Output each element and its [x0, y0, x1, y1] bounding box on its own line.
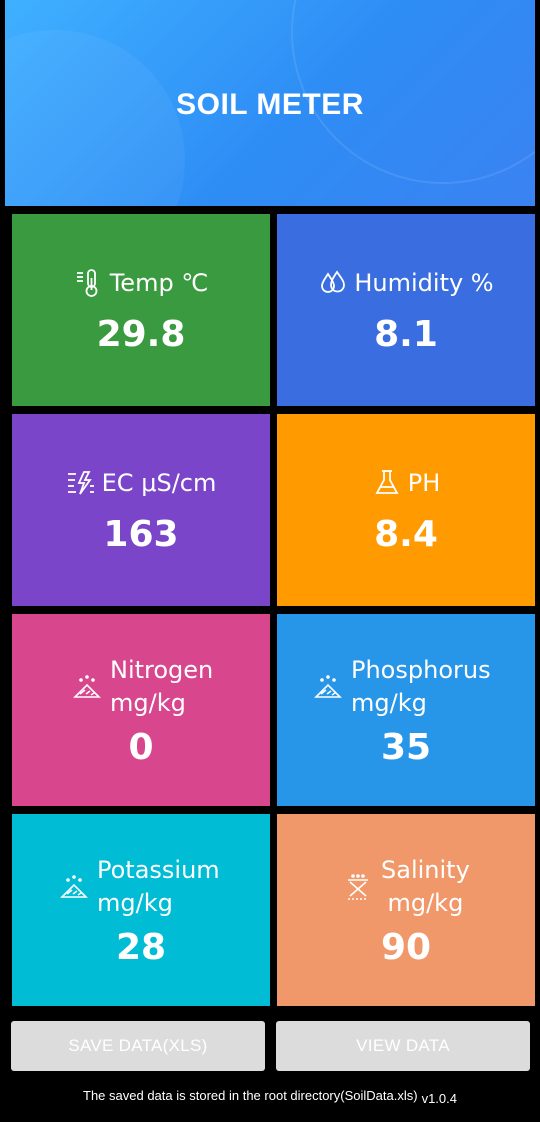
humidity-label: Humidity %: [354, 269, 494, 297]
ph-value: 8.4: [374, 514, 438, 555]
potassium-unit: mg/kg: [97, 889, 173, 917]
humidity-value: 8.1: [374, 314, 438, 355]
potassium-label: Potassium: [97, 856, 220, 884]
water-drops-icon: [318, 268, 348, 298]
nitrogen-value: 0: [128, 727, 154, 768]
ph-label: PH: [407, 469, 441, 497]
phosphorus-value: 35: [380, 727, 432, 768]
phosphorus-label: Phosphorus: [351, 656, 491, 684]
ph-tile: PH 8.4: [277, 414, 535, 606]
soil-nutrient-icon: [313, 672, 343, 702]
ec-value: 163: [103, 514, 179, 555]
thermometer-icon: [74, 268, 104, 298]
potassium-tile: Potassium mg/kg 28: [12, 814, 270, 1006]
potassium-value: 28: [115, 927, 167, 968]
ec-tile: EC μS/cm 163: [12, 414, 270, 606]
salinity-tile: Salinity mg/kg 90: [277, 814, 535, 1006]
salinity-unit: mg/kg: [387, 889, 464, 917]
save-data-button[interactable]: SAVE DATA(XLS): [11, 1021, 265, 1071]
salinity-value: 90: [380, 927, 432, 968]
temperature-label: Temp ℃: [109, 269, 209, 297]
temperature-tile: Temp ℃ 29.8: [12, 214, 270, 406]
version-label: v1.0.4: [421, 1091, 457, 1106]
nitrogen-tile: Nitrogen mg/kg 0: [12, 614, 270, 806]
footer-note: The saved data is stored in the root dir…: [0, 1088, 540, 1106]
flask-icon: [372, 468, 402, 498]
storage-info-text: The saved data is stored in the root dir…: [83, 1088, 418, 1103]
soil-nutrient-icon: [59, 872, 89, 902]
phosphorus-tile: Phosphorus mg/kg 35: [277, 614, 535, 806]
salinity-label: Salinity: [381, 856, 470, 884]
app-header: SOIL METER: [5, 0, 535, 206]
view-data-button[interactable]: VIEW DATA: [276, 1021, 530, 1071]
app-title: SOIL METER: [176, 88, 364, 121]
salinity-icon: [343, 872, 373, 902]
temperature-value: 29.8: [96, 314, 186, 355]
nitrogen-unit: mg/kg: [110, 689, 186, 717]
soil-nutrient-icon: [72, 672, 102, 702]
phosphorus-unit: mg/kg: [351, 689, 427, 717]
conductivity-icon: [66, 468, 96, 498]
ec-label: EC μS/cm: [101, 469, 217, 497]
nitrogen-label: Nitrogen: [110, 656, 214, 684]
humidity-tile: Humidity % 8.1: [277, 214, 535, 406]
